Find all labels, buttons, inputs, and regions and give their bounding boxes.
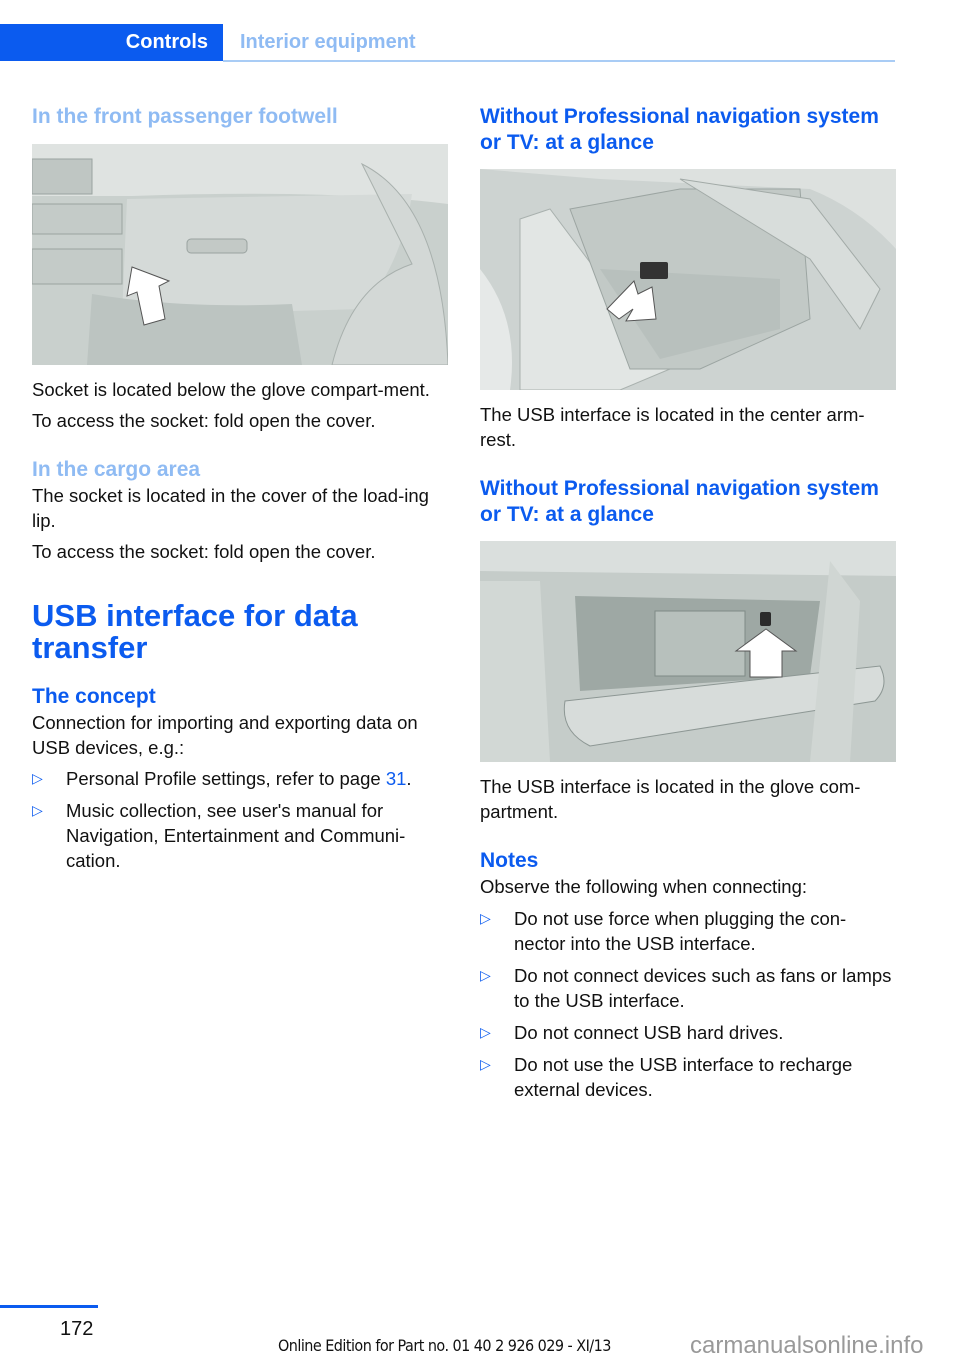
glovebox-text: The USB interface is located in the glov…: [480, 776, 861, 822]
list-item: ▷ Music collection, see user's manual fo…: [32, 800, 406, 871]
concept-heading: The concept: [32, 685, 156, 708]
bullet-triangle-icon: ▷: [480, 1056, 491, 1072]
page-link-31[interactable]: 31: [386, 768, 407, 789]
watermark: carmanualsonline.info: [690, 1332, 924, 1359]
header-divider: [223, 60, 895, 62]
list-item: ▷ Do not use force when plugging the con…: [480, 908, 847, 954]
notes-heading: Notes: [480, 849, 539, 872]
armrest-text: The USB interface is located in the cent…: [480, 404, 865, 450]
section-tab-controls[interactable]: Controls: [0, 24, 223, 61]
armrest-heading: Without Professional navigation system o…: [480, 105, 879, 154]
footwell-heading: In the front passenger footwell: [32, 105, 338, 128]
glovebox-heading: Without Professional navigation system o…: [480, 477, 879, 526]
usb-section-heading: USB interface for data transfer: [32, 598, 358, 665]
cargo-heading: In the cargo area: [32, 458, 201, 481]
bullet-triangle-icon: ▷: [480, 1024, 491, 1040]
edition-info: Online Edition for Part no. 01 40 2 926 …: [278, 1336, 611, 1355]
list-item: ▷ Do not use the USB interface to rechar…: [480, 1054, 853, 1100]
list-item: ▷ Personal Profile settings, refer to pa…: [32, 768, 412, 789]
footer-divider: [0, 1305, 98, 1308]
list-item: ▷ Do not connect devices such as fans or…: [480, 965, 892, 1011]
footwell-text-2: To access the socket: fold open the cove…: [32, 410, 376, 431]
glovebox-figure: [480, 541, 896, 762]
footwell-illustration: [32, 144, 448, 365]
list-item: ▷ Do not connect USB hard drives.: [480, 1022, 784, 1043]
subsection-tab-interior-equipment[interactable]: Interior equipment: [240, 24, 416, 61]
usb-port-icon: [640, 262, 668, 279]
right-column: Without Professional navigation system o…: [480, 104, 896, 1102]
cargo-text-1: The socket is located in the cover of th…: [32, 485, 429, 531]
footwell-text-1: Socket is located below the glove compar…: [32, 379, 430, 400]
usb-port-icon: [760, 612, 771, 626]
armrest-figure: [480, 169, 896, 390]
subsection-label: Interior equipment: [240, 31, 416, 53]
cargo-text-2: To access the socket: fold open the cove…: [32, 541, 376, 562]
armrest-illustration: [480, 169, 896, 390]
footwell-figure: [32, 144, 448, 365]
glovebox-illustration: [480, 541, 896, 762]
bullet-triangle-icon: ▷: [480, 910, 491, 926]
left-column: In the front passenger footwell Socket i…: [32, 104, 448, 873]
section-label: Controls: [125, 31, 208, 53]
concept-text: Connection for importing and exporting d…: [32, 712, 418, 758]
bullet-triangle-icon: ▷: [480, 967, 491, 983]
page-number: 172: [60, 1318, 94, 1340]
notes-intro: Observe the following when connecting:: [480, 876, 808, 897]
bullet-triangle-icon: ▷: [32, 770, 43, 786]
bullet-triangle-icon: ▷: [32, 802, 43, 818]
